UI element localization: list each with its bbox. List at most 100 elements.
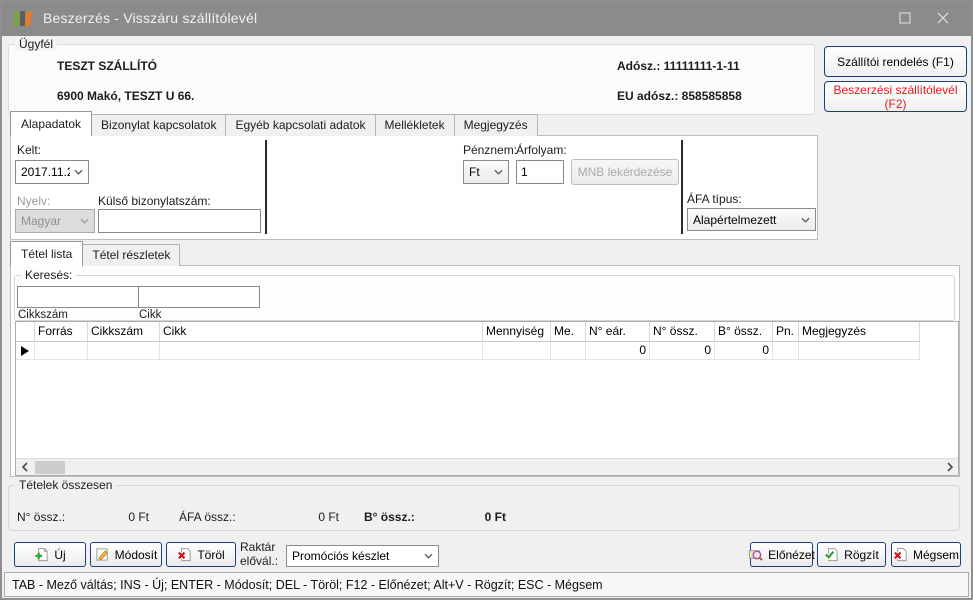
- cell-n-ear: 0: [586, 342, 650, 360]
- kulso-bizonylatszam-input[interactable]: [98, 209, 261, 233]
- grid-header-pn[interactable]: Pn.: [773, 322, 799, 342]
- grid-header-n-ear[interactable]: N° eár.: [586, 322, 650, 342]
- search-cikk-label: Cikk: [139, 309, 161, 321]
- grid-header-me[interactable]: Me.: [551, 322, 586, 342]
- cell-b-ossz: 0: [715, 342, 773, 360]
- close-icon[interactable]: [935, 10, 951, 26]
- delete-x-icon: [177, 547, 192, 562]
- tab-megjegyzes[interactable]: Megjegyzés: [454, 114, 538, 136]
- warehouse-label: Raktár elővál.:: [240, 540, 278, 568]
- grid-row[interactable]: 0 0 0: [16, 342, 958, 360]
- customer-eu-tax-number: EU adósz.: 858585858: [617, 89, 742, 103]
- alapadatok-panel: Kelt: 2017.11.24. Nyelv: Magyar Külső bi…: [10, 135, 818, 240]
- warehouse-select[interactable]: Promóciós készlet: [286, 545, 439, 567]
- grid-header-row: Forrás Cikkszám Cikk Mennyiség Me. N° eá…: [16, 322, 958, 342]
- nyelv-label: Nyelv:: [17, 194, 50, 208]
- tab-mellekletek[interactable]: Mellékletek: [375, 114, 455, 136]
- nyelv-select: Magyar: [15, 209, 95, 233]
- totals-afa-value: 0 Ft: [287, 510, 339, 524]
- divider: [265, 140, 267, 234]
- app-icon: [14, 9, 34, 27]
- search-group-label: Keresés:: [21, 268, 76, 282]
- chevron-down-icon: [80, 218, 89, 224]
- maximize-icon[interactable]: [897, 10, 913, 26]
- totals-brutto-value: 0 Ft: [451, 510, 506, 524]
- cancel-button[interactable]: Mégsem: [891, 542, 961, 567]
- tab-tetel-lista[interactable]: Tétel lista: [10, 241, 83, 266]
- customer-group: Ügyfél TESZT SZÁLLÍTÓ 6900 Makó, TESZT U…: [8, 44, 815, 115]
- scroll-left-icon[interactable]: [16, 459, 33, 476]
- grid-header-b-ossz[interactable]: B° össz.: [715, 322, 773, 342]
- new-button[interactable]: Új: [14, 542, 86, 567]
- afa-tipus-label: ÁFA típus:: [687, 192, 742, 206]
- scrollbar-thumb[interactable]: [35, 461, 65, 474]
- check-icon: [824, 547, 839, 562]
- item-tabstrip: Tétel lista Tétel részletek: [10, 243, 179, 266]
- customer-name: TESZT SZÁLLÍTÓ: [57, 59, 157, 73]
- grid-header-mennyiseg[interactable]: Mennyiség: [483, 322, 551, 342]
- totals-afa-label: ÁFA össz.:: [179, 510, 236, 524]
- edit-icon: [95, 547, 110, 562]
- window-title: Beszerzés - Visszáru szállítólevél: [43, 10, 257, 26]
- purchase-delivery-note-button[interactable]: Beszerzési szállítólevél (F2): [824, 81, 967, 112]
- cell-pn: [773, 342, 799, 360]
- customer-group-label: Ügyfél: [15, 37, 57, 51]
- cell-cikkszam: [88, 342, 160, 360]
- chevron-down-icon: [801, 217, 810, 223]
- afa-tipus-select[interactable]: Alapértelmezett: [687, 208, 816, 231]
- scroll-right-icon[interactable]: [941, 459, 958, 476]
- grid-header-n-ossz[interactable]: N° össz.: [650, 322, 715, 342]
- grid-header-forras[interactable]: Forrás: [35, 322, 88, 342]
- main-tabstrip: Alapadatok Bizonylat kapcsolatok Egyéb k…: [10, 112, 537, 136]
- cell-me: [551, 342, 586, 360]
- tab-bizonylat-kapcsolatok[interactable]: Bizonylat kapcsolatok: [91, 114, 226, 136]
- chevron-down-icon: [494, 169, 503, 175]
- grid-header-cikk[interactable]: Cikk: [160, 322, 483, 342]
- chevron-down-icon: [424, 553, 433, 559]
- mnb-lekerdezes-button: MNB lekérdezése: [571, 159, 679, 185]
- totals-netto-label: N° össz.:: [17, 510, 65, 524]
- cell-mennyiseg: [483, 342, 551, 360]
- totals-brutto-label: B° össz.:: [364, 510, 415, 524]
- customer-address: 6900 Makó, TESZT U 66.: [57, 89, 194, 103]
- kulso-bizonylatszam-label: Külső bizonylatszám:: [98, 194, 211, 208]
- grid-header-cikkszam[interactable]: Cikkszám: [88, 322, 160, 342]
- arfolyam-input[interactable]: [516, 160, 564, 184]
- cell-n-ossz: 0: [650, 342, 715, 360]
- tab-alapadatok[interactable]: Alapadatok: [10, 111, 92, 136]
- totals-group: Tételek összesen N° össz.: 0 Ft ÁFA össz…: [8, 485, 960, 531]
- customer-tax-number: Adósz.: 11111111-1-11: [617, 59, 740, 73]
- grid-header-selector: [16, 322, 35, 342]
- row-selector-icon: [21, 346, 29, 356]
- new-document-icon: [34, 547, 49, 562]
- statusbar: TAB - Mező váltás; INS - Új; ENTER - Mód…: [4, 572, 969, 597]
- row-selector-cell: [16, 342, 35, 360]
- horizontal-scrollbar[interactable]: [16, 458, 958, 475]
- arfolyam-label: Árfolyam:: [516, 143, 567, 157]
- cell-cikk: [160, 342, 483, 360]
- chevron-down-icon: [74, 169, 83, 175]
- cancel-x-icon: [893, 547, 908, 562]
- tab-tetel-reszletek[interactable]: Tétel részletek: [82, 244, 180, 266]
- totals-netto-value: 0 Ft: [94, 510, 149, 524]
- grid-header-megjegyzes[interactable]: Megjegyzés: [799, 322, 920, 342]
- totals-group-label: Tételek összesen: [15, 478, 116, 492]
- penznem-label: Pénznem:: [463, 143, 517, 157]
- kelt-label: Kelt:: [17, 143, 41, 157]
- divider: [681, 140, 683, 234]
- items-grid: Forrás Cikkszám Cikk Mennyiség Me. N° eá…: [15, 321, 959, 476]
- penznem-select[interactable]: Ft: [463, 160, 509, 184]
- kelt-date-select[interactable]: 2017.11.24.: [15, 160, 89, 184]
- cell-megjegyzes: [799, 342, 920, 360]
- search-cikkszam-input[interactable]: [17, 286, 139, 308]
- app-window: Beszerzés - Visszáru szállítólevél Ügyfé…: [0, 0, 973, 600]
- preview-button[interactable]: Előnézet: [750, 542, 813, 567]
- supplier-order-button[interactable]: Szállítói rendelés (F1): [824, 46, 967, 77]
- modify-button[interactable]: Módosít: [90, 542, 162, 567]
- search-cikkszam-label: Cikkszám: [18, 309, 68, 321]
- cell-forras: [35, 342, 88, 360]
- save-button[interactable]: Rögzít: [817, 542, 886, 567]
- search-cikk-input[interactable]: [138, 286, 260, 308]
- delete-button[interactable]: Töröl: [166, 542, 236, 567]
- tab-egyeb-kapcsolati-adatok[interactable]: Egyéb kapcsolati adatok: [225, 114, 375, 136]
